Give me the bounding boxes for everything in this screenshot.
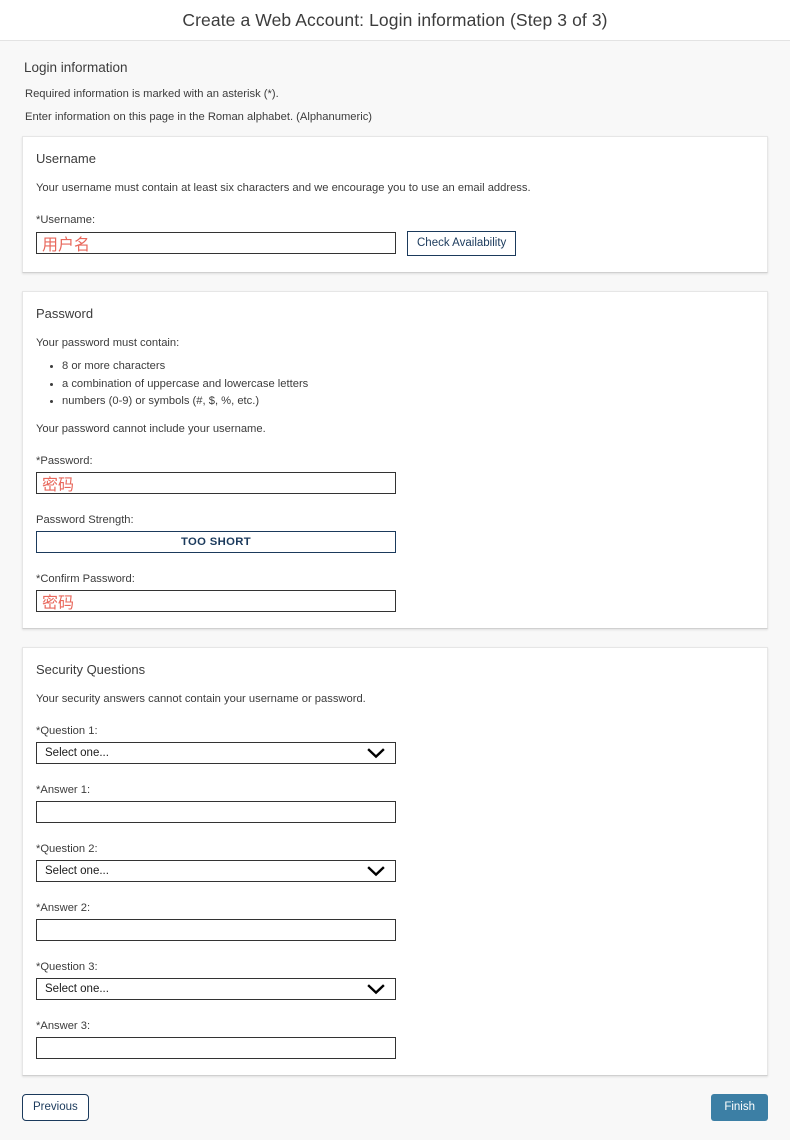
answer-2-input[interactable] — [36, 919, 396, 942]
password-card: Password Your password must contain: 8 o… — [22, 290, 768, 630]
question-2-label: *Question 2: — [36, 843, 98, 856]
username-input-row: Check Availability — [36, 231, 754, 256]
password-requirement-item: a combination of uppercase and lowercase… — [62, 377, 754, 392]
alphabet-note: Enter information on this page in the Ro… — [25, 111, 373, 123]
chevron-down-icon — [367, 866, 385, 877]
finish-button[interactable]: Finish — [711, 1094, 768, 1121]
page-body: Login information Required information i… — [0, 60, 790, 1077]
page-header: Create a Web Account: Login information … — [0, 0, 790, 41]
question-3-selected-value: Select one... — [45, 983, 109, 996]
previous-button[interactable]: Previous — [22, 1094, 89, 1121]
confirm-password-input[interactable] — [36, 590, 396, 613]
security-card-description: Your security answers cannot contain you… — [36, 693, 366, 706]
required-info-note: Required information is marked with an a… — [25, 88, 279, 100]
section-title: Login information — [24, 60, 128, 75]
security-card-title: Security Questions — [36, 662, 146, 678]
username-card-description: Your username must contain at least six … — [36, 182, 531, 194]
answer-1-input[interactable] — [36, 801, 396, 824]
password-strength-value: TOO SHORT — [180, 536, 252, 549]
password-requirement-item: numbers (0-9) or symbols (#, $, %, etc.) — [62, 394, 754, 409]
username-input[interactable] — [36, 232, 396, 255]
security-questions-card: Security Questions Your security answers… — [22, 647, 768, 1077]
question-2-selected-value: Select one... — [45, 865, 109, 878]
username-card: Username Your username must contain at l… — [22, 136, 768, 273]
footer-actions: Previous Finish — [0, 1094, 790, 1121]
page-title: Create a Web Account: Login information … — [182, 9, 608, 30]
check-availability-button[interactable]: Check Availability — [407, 231, 517, 256]
question-2-select[interactable]: Select one... — [36, 860, 396, 883]
chevron-down-icon — [367, 748, 385, 759]
password-strength-indicator: TOO SHORT — [36, 531, 396, 554]
password-requirements-list: 8 or more characters a combination of up… — [36, 359, 754, 410]
password-strength-label: Password Strength: — [36, 514, 134, 527]
answer-1-label: *Answer 1: — [36, 784, 91, 797]
question-3-select[interactable]: Select one... — [36, 978, 396, 1001]
password-requirements-intro: Your password must contain: — [36, 336, 180, 349]
chevron-down-icon — [367, 984, 385, 995]
answer-2-label: *Answer 2: — [36, 902, 91, 915]
question-3-label: *Question 3: — [36, 961, 98, 974]
password-cannot-include-note: Your password cannot include your userna… — [36, 423, 266, 436]
question-1-label: *Question 1: — [36, 725, 98, 738]
password-field-label: *Password: — [36, 455, 93, 468]
question-2-select-wrap: Select one... — [36, 860, 396, 883]
answer-3-input[interactable] — [36, 1037, 396, 1060]
password-requirement-item: 8 or more characters — [62, 359, 754, 374]
question-1-select[interactable]: Select one... — [36, 742, 396, 765]
confirm-password-field-label: *Confirm Password: — [36, 573, 135, 586]
password-input[interactable] — [36, 472, 396, 495]
answer-3-label: *Answer 3: — [36, 1020, 91, 1033]
username-card-title: Username — [36, 151, 96, 166]
password-card-title: Password — [36, 305, 94, 321]
username-field-label: *Username: — [36, 214, 96, 226]
question-3-select-wrap: Select one... — [36, 978, 396, 1001]
question-1-selected-value: Select one... — [45, 747, 109, 760]
question-1-select-wrap: Select one... — [36, 742, 396, 765]
